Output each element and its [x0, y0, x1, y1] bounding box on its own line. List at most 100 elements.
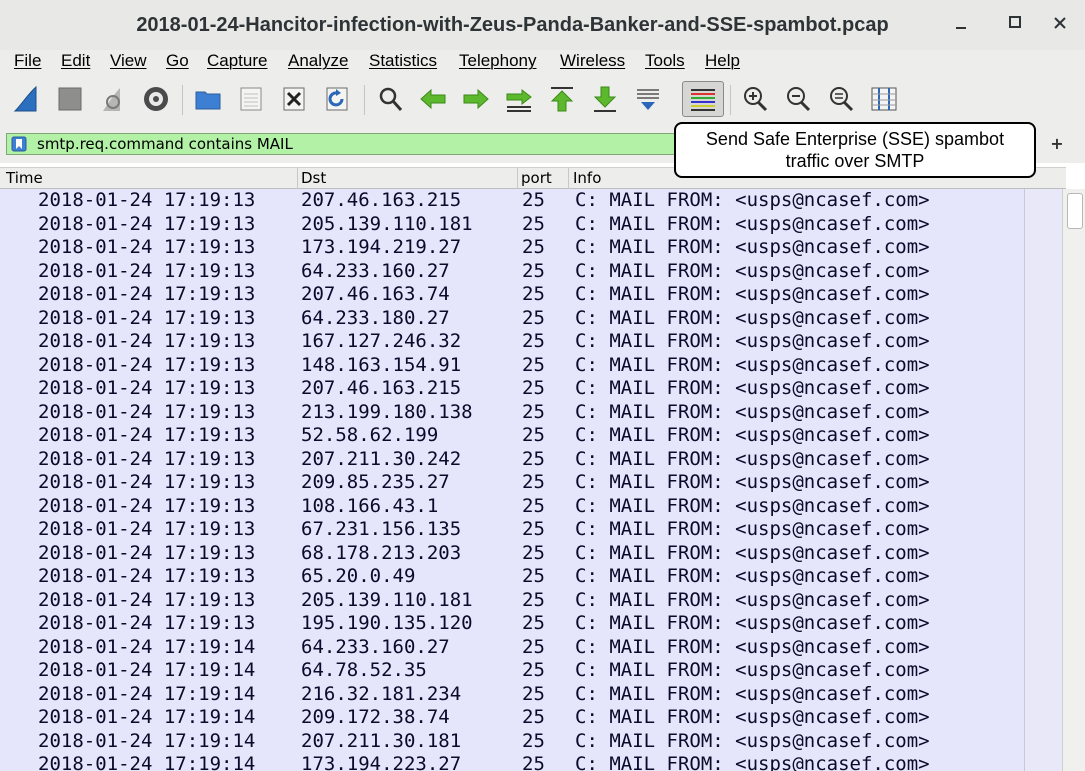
zoom-out-button[interactable]: [781, 81, 815, 117]
packet-row[interactable]: 2018-01-24 17:19:13 205.139.110.181 25 C: M…: [0, 589, 1024, 613]
menu-analyze[interactable]: Analyze: [288, 51, 348, 71]
colorize-button[interactable]: [682, 81, 724, 117]
menu-help[interactable]: Help: [705, 51, 740, 71]
cell-port: 25: [522, 471, 545, 493]
packet-row[interactable]: 2018-01-24 17:19:14 209.172.38.74 25 C: MAI…: [0, 706, 1024, 730]
go-forward-icon: [463, 88, 489, 110]
column-header-time[interactable]: Time: [6, 169, 43, 187]
column-divider[interactable]: [568, 168, 569, 189]
packet-row[interactable]: 2018-01-24 17:19:14 64.233.160.27 25 C: MAI…: [0, 636, 1024, 660]
cell-info: C: MAIL FROM: <usps@ncasef.com>: [575, 612, 930, 634]
normal-size-button[interactable]: [824, 81, 858, 117]
column-divider[interactable]: [297, 168, 298, 189]
go-forward-button[interactable]: [459, 81, 493, 117]
cell-dst: 167.127.246.32: [301, 330, 462, 352]
packet-row[interactable]: 2018-01-24 17:19:13 64.233.160.27 25 C: MAI…: [0, 260, 1024, 284]
packet-row[interactable]: 2018-01-24 17:19:14 207.211.30.181 25 C: MA…: [0, 730, 1024, 754]
cell-time: 2018-01-24 17:19:13: [38, 612, 256, 634]
packet-row[interactable]: 2018-01-24 17:19:13 65.20.0.49 25 C: MAIL F…: [0, 565, 1024, 589]
column-header-dst[interactable]: Dst: [301, 169, 326, 187]
go-back-button[interactable]: [416, 81, 450, 117]
cell-dst: 64.78.52.35: [301, 659, 427, 681]
go-to-packet-icon: [506, 88, 532, 112]
menu-edit[interactable]: Edit: [61, 51, 90, 71]
cell-dst: 207.211.30.242: [301, 447, 462, 470]
packet-row[interactable]: 2018-01-24 17:19:13 209.85.235.27 25 C: MAI…: [0, 471, 1024, 495]
open-file-button[interactable]: [191, 81, 225, 117]
menu-go[interactable]: Go: [166, 51, 189, 71]
packet-rows: 2018-01-24 17:19:13 207.46.163.215 25 C: MA…: [0, 189, 1024, 771]
restart-capture-button[interactable]: [96, 81, 130, 117]
menu-tools[interactable]: Tools: [645, 51, 685, 71]
packet-row[interactable]: 2018-01-24 17:19:13 68.178.213.203 25 C: MA…: [0, 542, 1024, 566]
cell-dst: 205.139.110.181: [301, 212, 473, 235]
packet-minimap[interactable]: [1024, 189, 1062, 771]
go-to-packet-button[interactable]: [502, 81, 536, 117]
packet-row[interactable]: 2018-01-24 17:19:13 195.190.135.120 25 C: M…: [0, 612, 1024, 636]
column-divider[interactable]: [517, 168, 518, 189]
packet-row[interactable]: 2018-01-24 17:19:13 207.46.163.215 25 C: MA…: [0, 377, 1024, 401]
cell-time: 2018-01-24 17:19:13: [38, 330, 256, 352]
menu-telephony[interactable]: Telephony: [459, 51, 537, 71]
cell-info: C: MAIL FROM: <usps@ncasef.com>: [575, 541, 930, 564]
add-filter-button[interactable]: +: [1046, 133, 1068, 155]
packet-row[interactable]: 2018-01-24 17:19:13 148.163.154.91 25 C: MA…: [0, 354, 1024, 378]
menu-file[interactable]: File: [14, 51, 41, 71]
packet-row[interactable]: 2018-01-24 17:19:13 108.166.43.1 25 C: MAIL…: [0, 495, 1024, 519]
cell-port: 25: [522, 612, 545, 634]
menu-wireless[interactable]: Wireless: [560, 51, 625, 71]
close-button[interactable]: [1045, 10, 1075, 40]
cell-port: 25: [522, 682, 545, 705]
cell-port: 25: [522, 377, 545, 399]
packet-row[interactable]: 2018-01-24 17:19:13 207.46.163.215 25 C: MA…: [0, 189, 1024, 213]
cell-port: 25: [522, 400, 545, 423]
menu-view[interactable]: View: [110, 51, 147, 71]
scrollbar-thumb[interactable]: [1067, 193, 1083, 229]
cell-time: 2018-01-24 17:19:13: [38, 471, 256, 493]
packet-row[interactable]: 2018-01-24 17:19:13 64.233.180.27 25 C: MAI…: [0, 307, 1024, 331]
packet-row[interactable]: 2018-01-24 17:19:13 67.231.156.135 25 C: MA…: [0, 518, 1024, 542]
column-header-port[interactable]: port: [521, 169, 552, 187]
reload-file-button[interactable]: [320, 81, 354, 117]
packet-row[interactable]: 2018-01-24 17:19:14 173.194.223.27 25 C: MA…: [0, 753, 1024, 771]
cell-time: 2018-01-24 17:19:13: [38, 236, 256, 258]
vertical-scrollbar[interactable]: [1062, 189, 1085, 771]
cell-time: 2018-01-24 17:19:13: [38, 377, 256, 399]
menu-statistics[interactable]: Statistics: [369, 51, 437, 71]
cell-dst: 108.166.43.1: [301, 494, 439, 517]
autoscroll-button[interactable]: [631, 81, 665, 117]
column-header-info[interactable]: Info: [573, 169, 601, 187]
menu-capture[interactable]: Capture: [207, 51, 267, 71]
cell-info: C: MAIL FROM: <usps@ncasef.com>: [575, 447, 930, 470]
zoom-in-button[interactable]: [738, 81, 772, 117]
packet-row[interactable]: 2018-01-24 17:19:13 173.194.219.27 25 C: MA…: [0, 236, 1024, 260]
stop-capture-button[interactable]: [53, 81, 87, 117]
resize-columns-button[interactable]: [867, 81, 901, 117]
packet-row[interactable]: 2018-01-24 17:19:14 216.32.181.234 25 C: MA…: [0, 683, 1024, 707]
packet-row[interactable]: 2018-01-24 17:19:13 52.58.62.199 25 C: MAIL…: [0, 424, 1024, 448]
cell-time: 2018-01-24 17:19:13: [38, 283, 256, 305]
cell-time: 2018-01-24 17:19:13: [38, 447, 256, 470]
packet-row[interactable]: 2018-01-24 17:19:13 205.139.110.181 25 C: M…: [0, 213, 1024, 237]
go-last-button[interactable]: [588, 81, 622, 117]
packet-row[interactable]: 2018-01-24 17:19:13 213.199.180.138 25 C: M…: [0, 401, 1024, 425]
close-file-button[interactable]: [277, 81, 311, 117]
zoom-out-icon: [787, 87, 811, 112]
find-packet-button[interactable]: [373, 81, 407, 117]
maximize-button[interactable]: [1000, 10, 1030, 40]
start-capture-button[interactable]: [10, 81, 44, 117]
go-first-button[interactable]: [545, 81, 579, 117]
cell-port: 25: [522, 729, 545, 752]
packet-row[interactable]: 2018-01-24 17:19:13 167.127.246.32 25 C: MA…: [0, 330, 1024, 354]
open-file-icon: [195, 91, 221, 110]
cell-time: 2018-01-24 17:19:14: [38, 729, 256, 752]
cell-time: 2018-01-24 17:19:13: [38, 494, 256, 517]
capture-options-button[interactable]: [139, 81, 173, 117]
packet-row[interactable]: 2018-01-24 17:19:14 64.78.52.35 25 C: MAIL …: [0, 659, 1024, 683]
cell-port: 25: [522, 565, 545, 587]
packet-row[interactable]: 2018-01-24 17:19:13 207.46.163.74 25 C: MAI…: [0, 283, 1024, 307]
bookmark-icon[interactable]: [11, 136, 27, 152]
minimize-button[interactable]: [946, 10, 976, 40]
packet-row[interactable]: 2018-01-24 17:19:13 207.211.30.242 25 C: MA…: [0, 448, 1024, 472]
save-file-button[interactable]: [234, 81, 268, 117]
